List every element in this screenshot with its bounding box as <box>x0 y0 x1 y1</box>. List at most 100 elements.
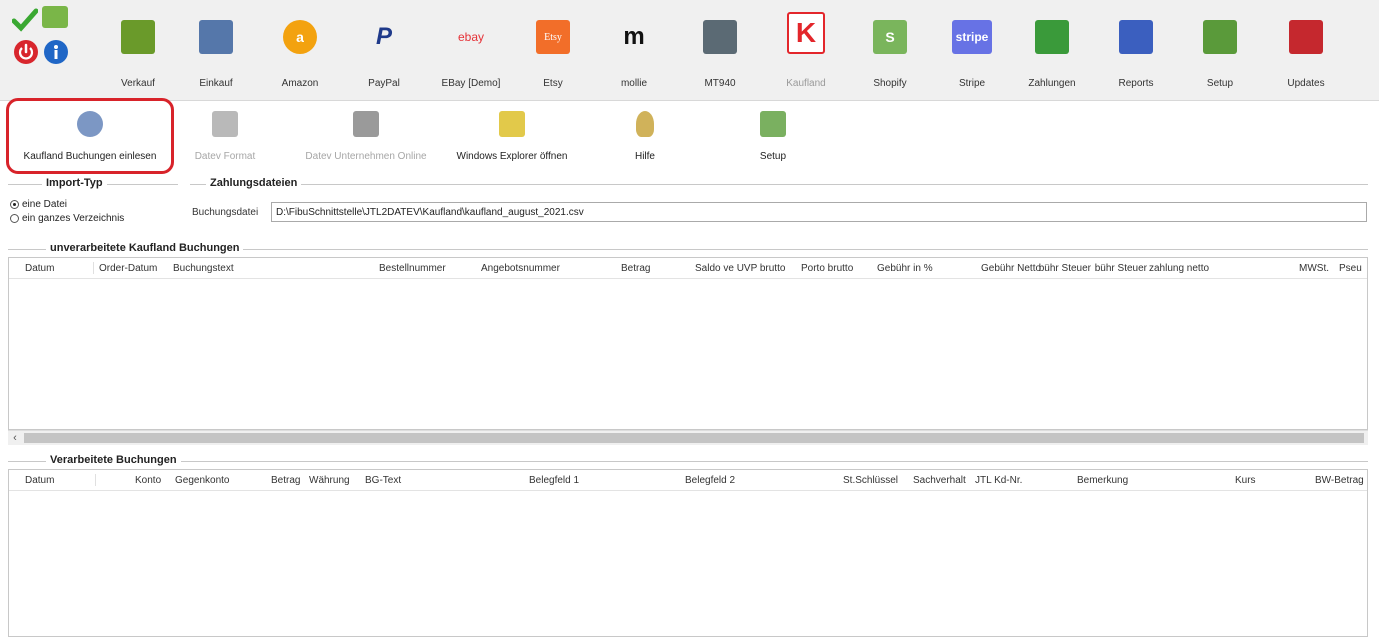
toolbar-ebay-button[interactable]: ebay EBay [Demo] <box>436 8 506 96</box>
toolbar-amazon-button[interactable]: a Amazon <box>270 8 330 96</box>
datev-format-button[interactable]: Datev Format <box>190 107 260 173</box>
toolbar-verkauf-button[interactable]: Verkauf <box>110 8 166 96</box>
warehouse-icon <box>199 20 233 54</box>
toolbar-mollie-button[interactable]: m mollie <box>606 8 662 96</box>
money-icon <box>1035 20 1069 54</box>
col-bemerkung[interactable]: Bemerkung <box>1077 475 1128 486</box>
col-waehrung[interactable]: Währung <box>309 475 350 486</box>
toolbar-paypal-button[interactable]: P PayPal <box>356 8 412 96</box>
col-pseu[interactable]: Pseu <box>1339 263 1362 274</box>
toolbar-etsy-button[interactable]: Etsy Etsy <box>525 8 581 96</box>
toolbar-label: Einkauf <box>199 78 233 89</box>
sub-setup-button[interactable]: Setup <box>748 107 798 173</box>
stripe-icon: stripe <box>952 20 992 54</box>
col-gegenkonto[interactable]: Gegenkonto <box>175 475 230 486</box>
buchungsdatei-label: Buchungsdatei <box>192 207 259 218</box>
toolbar-label: EBay [Demo] <box>441 78 501 89</box>
col-saldo-uvp[interactable]: Saldo ve UVP brutto <box>695 263 785 274</box>
toolbar-label: PayPal <box>368 78 400 89</box>
power-icon[interactable] <box>14 40 38 64</box>
col-gebuehr-steuer-2[interactable]: Gebühr Steuer <box>1095 263 1147 274</box>
col-datum[interactable]: Datum <box>25 263 54 274</box>
reports-icon <box>1119 20 1153 54</box>
col-st-schluessel[interactable]: St.Schlüssel <box>843 475 898 486</box>
mollie-icon: m <box>623 23 645 50</box>
unprocessed-bookings-grid[interactable]: Datum Order-Datum Buchungstext Bestellnu… <box>8 257 1368 430</box>
col-porto-brutto[interactable]: Porto brutto <box>801 263 853 274</box>
toolbar-einkauf-button[interactable]: Einkauf <box>188 8 244 96</box>
col-betrag[interactable]: Betrag <box>621 263 650 274</box>
hilfe-button[interactable]: Hilfe <box>620 107 670 173</box>
amazon-icon: a <box>283 20 317 54</box>
col-angebotsnummer[interactable]: Angebotsnummer <box>481 263 560 274</box>
sub-label: Datev Format <box>194 151 256 162</box>
scroll-thumb[interactable] <box>24 433 1364 443</box>
radio-eine-datei[interactable]: eine Datei <box>10 199 67 210</box>
toolbar-label: MT940 <box>704 78 736 89</box>
toolbar-shopify-button[interactable]: S Shopify <box>862 8 918 96</box>
unprocessed-title: unverarbeitete Kaufland Buchungen <box>46 242 244 254</box>
col-kurs[interactable]: Kurs <box>1235 475 1256 486</box>
radio-unselected-icon <box>10 214 19 223</box>
col-konto[interactable]: Konto <box>135 475 161 486</box>
col-mwst[interactable]: MWSt. <box>1299 263 1329 274</box>
col-jtl-kd-nr[interactable]: JTL Kd-Nr. <box>975 475 1022 486</box>
col-buchungstext[interactable]: Buchungstext <box>173 263 234 274</box>
grid-header: Datum Order-Datum Buchungstext Bestellnu… <box>9 258 1367 279</box>
col-gebuehr-netto[interactable]: Gebühr Netto <box>981 263 1041 274</box>
radio-ganzes-verzeichnis[interactable]: ein ganzes Verzeichnis <box>10 213 124 224</box>
horizontal-scrollbar[interactable]: ‹ <box>8 430 1368 445</box>
setup-icon <box>1203 20 1237 54</box>
toolbar-label: mollie <box>620 78 648 89</box>
setup-icon <box>760 111 786 137</box>
toolbar-label: Kaufland <box>786 78 826 89</box>
toolbar-label: Etsy <box>543 78 563 89</box>
etsy-icon: Etsy <box>536 20 570 54</box>
checkmark-icon[interactable] <box>11 8 39 32</box>
radio-selected-icon <box>10 200 19 209</box>
col-separator <box>95 474 96 486</box>
ebay-icon: ebay <box>457 30 485 44</box>
zahlungsdateien-title: Zahlungsdateien <box>206 177 302 189</box>
toolbar-updates-button[interactable]: Updates <box>1276 8 1336 96</box>
toolbar-label: Stripe <box>958 78 986 89</box>
toolbar-stripe-button[interactable]: stripe Stripe <box>944 8 1000 96</box>
sub-label: Datev Unternehmen Online <box>305 151 427 162</box>
datev-unternehmen-online-button[interactable]: Datev Unternehmen Online <box>286 107 446 173</box>
print-icon[interactable] <box>42 6 68 28</box>
toolbar-label: Verkauf <box>121 78 155 89</box>
col-gebuehr-steuer[interactable]: Gebühr Steuer <box>1039 263 1091 274</box>
sub-label: Windows Explorer öffnen <box>456 151 568 162</box>
folder-icon <box>499 111 525 137</box>
col-belegfeld-1[interactable]: Belegfeld 1 <box>529 475 579 486</box>
col-belegfeld-2[interactable]: Belegfeld 2 <box>685 475 735 486</box>
col-datum[interactable]: Datum <box>25 475 54 486</box>
processed-title: Verarbeitete Buchungen <box>46 454 181 466</box>
buchungsdatei-input[interactable] <box>271 202 1367 222</box>
info-icon[interactable] <box>44 40 68 64</box>
col-sachverhalt[interactable]: Sachverhalt <box>913 475 966 486</box>
toolbar-reports-button[interactable]: Reports <box>1106 8 1166 96</box>
col-gebuehr-prozent[interactable]: Gebühr in % <box>877 263 933 274</box>
scroll-left-icon[interactable]: ‹ <box>8 431 22 445</box>
datev-icon <box>353 111 379 137</box>
col-betrag[interactable]: Betrag <box>271 475 300 486</box>
kaufland-toolbar: Kaufland Buchungen einlesen Datev Format… <box>0 101 1379 176</box>
col-zahlung-netto[interactable]: zahlung netto <box>1149 263 1265 274</box>
toolbar-mt940-button[interactable]: MT940 <box>692 8 748 96</box>
toolbar-setup-button[interactable]: Setup <box>1192 8 1248 96</box>
col-order-datum[interactable]: Order-Datum <box>99 263 157 274</box>
windows-explorer-button[interactable]: Windows Explorer öffnen <box>444 107 580 173</box>
col-bg-text[interactable]: BG-Text <box>365 475 401 486</box>
toolbar-kaufland-button[interactable]: K Kaufland <box>776 8 836 96</box>
toolbar-label: Reports <box>1118 78 1154 89</box>
toolbar-zahlungen-button[interactable]: Zahlungen <box>1022 8 1082 96</box>
col-separator <box>93 262 94 274</box>
toolbar-label: Updates <box>1287 78 1325 89</box>
kaufland-icon: K <box>787 12 825 54</box>
sub-label: Setup <box>759 151 787 162</box>
paypal-icon: P <box>375 23 392 50</box>
col-bestellnummer[interactable]: Bestellnummer <box>379 263 446 274</box>
processed-bookings-grid[interactable]: Datum Konto Gegenkonto Betrag Währung BG… <box>8 469 1368 637</box>
col-bw-betrag[interactable]: BW-Betrag <box>1315 475 1364 486</box>
